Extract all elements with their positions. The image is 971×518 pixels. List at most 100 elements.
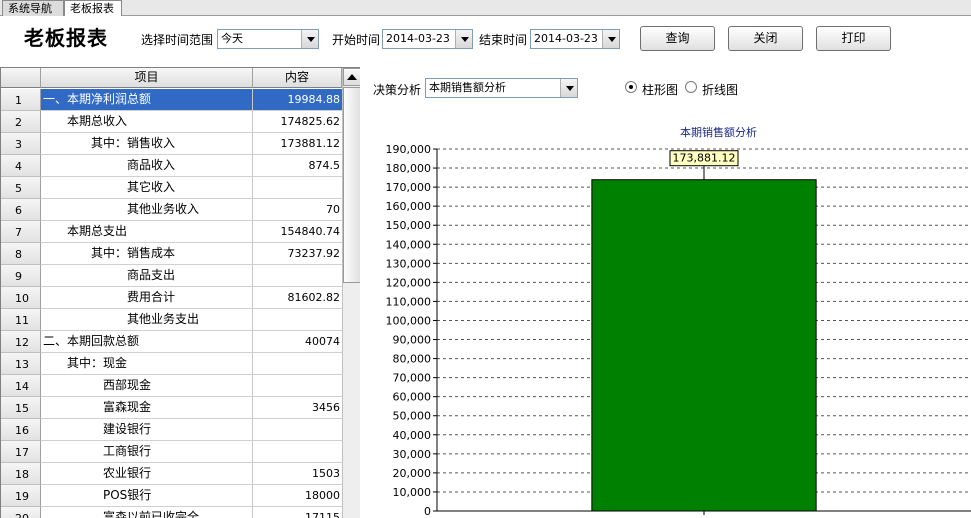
query-button[interactable]: 查询 [640,26,715,51]
analysis-label: 决策分析 [373,83,422,97]
row-item[interactable]: 建设银行 [41,419,253,441]
table-row[interactable]: 9 商品支出 [1,265,342,287]
column-header-item[interactable]: 项目 [41,68,253,88]
y-tick-label: 170,000 [386,181,432,194]
row-value[interactable] [253,353,342,375]
row-item[interactable]: 一、本期净利润总额 [41,89,253,111]
table-row[interactable]: 15 富森现金 3456 [1,397,342,419]
table-row[interactable]: 4 商品收入 874.5 [1,155,342,177]
sales-bar-chart: 0 10,000 20,000 30,000 40,000 50,000 60,000 70,… [386,143,971,518]
row-value[interactable] [253,265,342,287]
row-item[interactable]: 二、本期回款总额 [41,331,253,353]
chevron-down-icon[interactable] [602,30,619,48]
row-item[interactable]: 富森以前已收完全 [41,507,253,518]
chevron-down-icon[interactable] [301,30,318,48]
row-value[interactable] [253,375,342,397]
row-value[interactable]: 17115 [253,507,342,518]
row-number: 4 [1,155,41,177]
scroll-thumb[interactable] [343,87,360,283]
scroll-up-arrow-icon[interactable] [343,68,360,86]
row-value[interactable]: 874.5 [253,155,342,177]
row-item[interactable]: 富森现金 [41,397,253,419]
row-value[interactable]: 174825.62 [253,111,342,133]
y-tick-label: 180,000 [386,162,432,175]
row-item[interactable]: 本期总收入 [41,111,253,133]
table-row[interactable]: 20富森以前已收完全17115 [1,507,342,518]
table-row[interactable]: 17 工商银行 [1,441,342,463]
row-number: 20 [1,507,41,518]
tab-system-nav[interactable]: 系统导航 [2,0,64,16]
analysis-select-value: 本期销售额分析 [429,81,506,94]
row-item[interactable]: 商品支出 [41,265,253,287]
chevron-down-icon[interactable] [455,30,472,48]
row-value[interactable] [253,177,342,199]
table-row[interactable]: 10 费用合计 81602.82 [1,287,342,309]
table-row[interactable]: 16 建设银行 [1,419,342,441]
table-row[interactable]: 2 本期总收入 174825.62 [1,111,342,133]
radio-bar-chart-label: 柱形图 [642,83,679,97]
row-item[interactable]: 农业银行 [41,463,253,485]
vertical-scrollbar[interactable] [342,68,360,518]
row-value[interactable]: 173881.12 [253,133,342,155]
row-value[interactable]: 154840.74 [253,221,342,243]
table-row[interactable]: 1 一、本期净利润总额 19984.88 [1,89,342,111]
table-row[interactable]: 12 二、本期回款总额 40074 [1,331,342,353]
row-item[interactable]: 其中：销售成本 [41,243,253,265]
y-tick-label: 130,000 [386,257,432,270]
row-item[interactable]: 其中：现金 [41,353,253,375]
row-value[interactable]: 3456 [253,397,342,419]
row-value[interactable] [253,441,342,463]
row-number: 2 [1,111,41,133]
range-label: 选择时间范围 [141,33,214,47]
tab-boss-report[interactable]: 老板报表 [64,0,122,16]
radio-line-chart[interactable] [685,81,697,93]
range-select-value: 今天 [221,32,243,45]
row-number: 18 [1,463,41,485]
y-tick-label: 50,000 [393,410,432,423]
row-value[interactable]: 70 [253,199,342,221]
range-select[interactable]: 今天 [217,29,319,49]
row-item[interactable]: 本期总支出 [41,221,253,243]
column-header-content[interactable]: 内容 [253,68,342,88]
table-row[interactable]: 6 其他业务收入 70 [1,199,342,221]
row-item[interactable]: POS银行 [41,485,253,507]
row-item[interactable]: 其他业务收入 [41,199,253,221]
row-value[interactable]: 19984.88 [253,89,342,111]
analysis-select[interactable]: 本期销售额分析 [425,78,578,98]
table-row[interactable]: 13 其中：现金 [1,353,342,375]
row-value[interactable]: 81602.82 [253,287,342,309]
row-item[interactable]: 其中：销售收入 [41,133,253,155]
table-row[interactable]: 3 其中：销售收入 173881.12 [1,133,342,155]
table-row[interactable]: 7 本期总支出 154840.74 [1,221,342,243]
start-date-picker[interactable]: 2014-03-23 [382,29,473,49]
radio-bar-chart[interactable] [625,81,637,93]
end-date-picker[interactable]: 2014-03-23 [530,29,620,49]
row-value[interactable] [253,309,342,331]
y-tick-label: 60,000 [393,391,432,404]
grid-corner [1,68,41,88]
row-item[interactable]: 商品收入 [41,155,253,177]
close-button[interactable]: 关闭 [728,26,803,51]
data-label: 173,881.12 [673,152,736,165]
row-item[interactable]: 其他业务支出 [41,309,253,331]
table-row[interactable]: 5 其它收入 [1,177,342,199]
row-number: 8 [1,243,41,265]
table-row[interactable]: 18 农业银行 1503 [1,463,342,485]
row-value[interactable]: 18000 [253,485,342,507]
table-row[interactable]: 14 西部现金 [1,375,342,397]
row-item[interactable]: 工商银行 [41,441,253,463]
row-value[interactable]: 40074 [253,331,342,353]
row-item[interactable]: 其它收入 [41,177,253,199]
row-value[interactable]: 73237.92 [253,243,342,265]
table-row[interactable]: 8 其中：销售成本 73237.92 [1,243,342,265]
y-tick-label: 100,000 [386,314,432,327]
row-value[interactable] [253,419,342,441]
table-row[interactable]: 19 POS银行 18000 [1,485,342,507]
print-button[interactable]: 打印 [816,26,891,51]
chevron-down-icon[interactable] [560,79,577,97]
table-row[interactable]: 11 其他业务支出 [1,309,342,331]
row-value[interactable]: 1503 [253,463,342,485]
row-item[interactable]: 费用合计 [41,287,253,309]
end-date-label: 结束时间 [479,33,528,47]
row-item[interactable]: 西部现金 [41,375,253,397]
